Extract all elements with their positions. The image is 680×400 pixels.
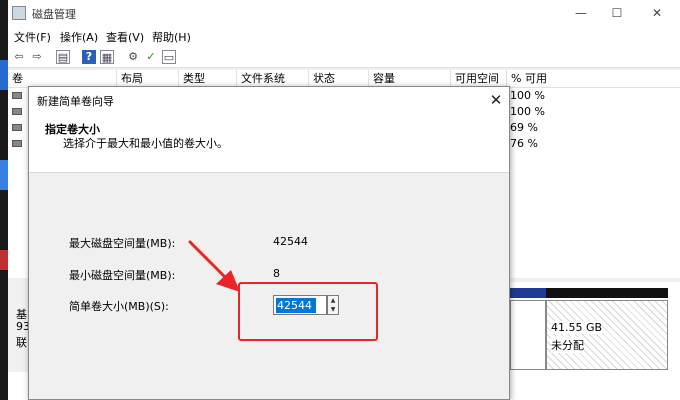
min-size-label: 最小磁盘空间量(MB): [69,269,176,282]
help-icon[interactable]: ? [82,50,96,64]
min-size-value: 8 [273,267,280,280]
drive-icon [12,92,22,99]
unallocated-block[interactable]: 41.55 GB 未分配 [546,300,668,370]
dialog-subheading: 选择介于最大和最小值的卷大小。 [63,137,228,150]
menu-file[interactable]: 文件(F) [14,29,51,45]
toolbar: ⇦ ⇨ ▤ ? ▦ ⚙ ✓ ▭ [8,46,680,68]
desktop-strip [0,0,8,400]
volume-size-label: 简单卷大小(MB)(S): [69,300,169,313]
unallocated-status: 未分配 [551,337,584,353]
title-bar: 磁盘管理 — ☐ ✕ [8,0,680,26]
console-icon[interactable]: ▭ [162,50,176,64]
desktop-icon [0,60,8,90]
column-percent-free[interactable]: % 可用 [506,70,680,88]
dialog-header: 指定卷大小 选择介于最大和最小值的卷大小。 [29,113,509,173]
maximize-button[interactable]: ☐ [606,4,628,22]
unallocated-size: 41.55 GB [551,321,603,334]
menu-view[interactable]: 查看(V) [106,29,144,45]
percent-free: 100 % [510,89,545,102]
partition-block[interactable] [510,300,546,370]
list-view-icon[interactable]: ▤ [56,50,70,64]
desktop-icon [0,250,8,270]
highlight-box [238,282,378,341]
properties-icon[interactable]: ▦ [100,50,114,64]
menu-help[interactable]: 帮助(H) [152,29,191,45]
unallocated-header-bar [546,288,668,298]
new-simple-volume-wizard: 新建简单卷向导 ✕ 指定卷大小 选择介于最大和最小值的卷大小。 最大磁盘空间量(… [28,86,510,400]
forward-icon[interactable]: ⇨ [30,50,44,64]
check-icon[interactable]: ✓ [144,50,158,64]
disk-label-line: 联 [16,336,27,349]
percent-free: 76 % [510,137,538,150]
close-button[interactable]: ✕ [646,4,668,22]
percent-free: 100 % [510,105,545,118]
menu-bar: 文件(F) 操作(A) 查看(V) 帮助(H) [8,26,680,46]
drive-icon [12,140,22,147]
percent-free: 69 % [510,121,538,134]
window-title: 磁盘管理 [32,8,76,21]
max-size-value: 42544 [273,235,308,248]
minimize-button[interactable]: — [570,4,592,22]
desktop-icon [0,160,8,190]
back-icon[interactable]: ⇦ [12,50,26,64]
partition-header-bar [510,288,546,298]
dialog-close-button[interactable]: ✕ [485,89,507,111]
disk-management-icon [12,6,26,20]
max-size-label: 最大磁盘空间量(MB): [69,237,176,250]
menu-action[interactable]: 操作(A) [60,29,98,45]
drive-icon [12,124,22,131]
dialog-title: 新建简单卷向导 [37,95,114,108]
drive-icon [12,108,22,115]
settings-icon[interactable]: ⚙ [126,50,140,64]
dialog-title-bar: 新建简单卷向导 ✕ [29,87,509,113]
